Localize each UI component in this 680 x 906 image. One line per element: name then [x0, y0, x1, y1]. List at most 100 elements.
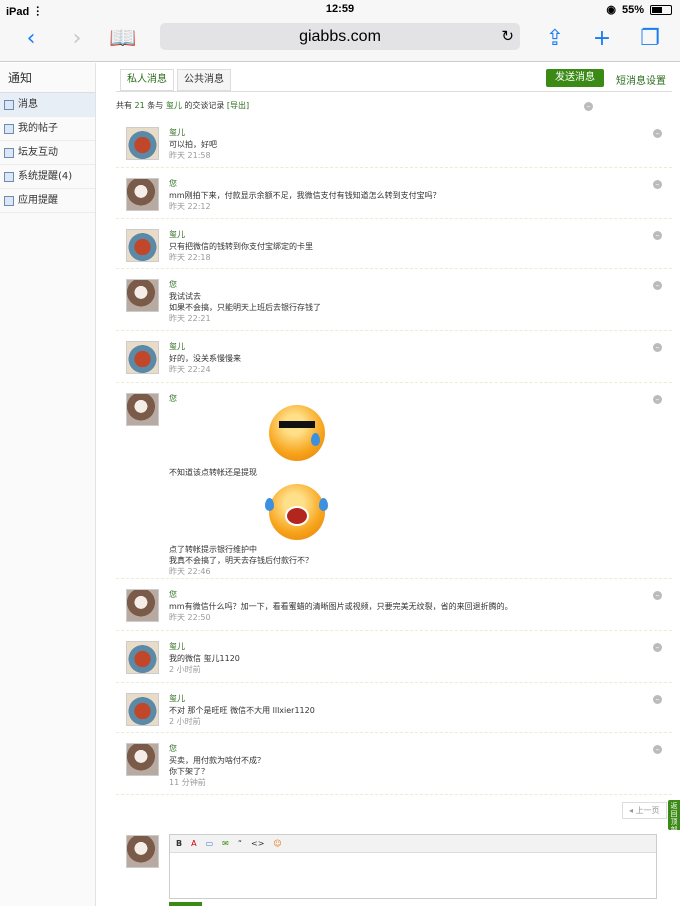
- sidebar-item-system[interactable]: 系统提醒(4): [0, 165, 95, 189]
- avatar[interactable]: [126, 693, 159, 726]
- avatar[interactable]: [126, 341, 159, 374]
- delete-message-icon[interactable]: –: [653, 695, 662, 704]
- message-body: 可以拍，好吧 昨天 21:58: [169, 139, 217, 162]
- gear-icon: [4, 171, 14, 182]
- message-line: mm刚拍下来，付款显示余额不足，我微信支付有钱知道怎么转到支付宝吗？: [169, 191, 441, 200]
- message-time: 11 分钟前: [169, 778, 206, 787]
- battery-icon: [650, 4, 672, 15]
- message-body: mm有微信什么吗？加一下，看看蜜蜡的清晰图片或视频，只要完美无纹裂，省的来回退折…: [169, 601, 513, 624]
- lock-rotation-icon: ◉: [606, 4, 616, 16]
- message-tabs: 私人消息 公共消息: [120, 69, 231, 91]
- avatar[interactable]: [126, 229, 159, 262]
- tab-private[interactable]: 私人消息: [120, 69, 174, 91]
- share-icon[interactable]: ⇪: [540, 24, 570, 54]
- delete-all-icon[interactable]: –: [584, 102, 593, 111]
- document-icon: [4, 123, 14, 134]
- sidebar-item-my-posts[interactable]: 我的帖子: [0, 117, 95, 141]
- code-icon[interactable]: <>: [251, 835, 264, 852]
- message-author[interactable]: 玺儿: [169, 127, 185, 138]
- image-icon[interactable]: ▭: [206, 835, 214, 852]
- message-time: 2 小时前: [169, 717, 201, 726]
- message-settings-link[interactable]: 短消息设置: [616, 72, 666, 87]
- message-author[interactable]: 您: [169, 279, 177, 290]
- message-body: 不对 那个是旺旺 微信不大用 lllxier1120 2 小时前: [169, 705, 315, 728]
- bookmarks-icon[interactable]: 📖: [108, 24, 138, 54]
- back-to-top-tab[interactable]: 返回顶部: [668, 800, 680, 834]
- message-author[interactable]: 玺儿: [169, 641, 185, 652]
- crying-emoji-icon: [265, 484, 328, 540]
- message-row: 您 mm刚拍下来，付款显示余额不足，我微信支付有钱知道怎么转到支付宝吗？ 昨天 22…: [116, 168, 672, 219]
- sidebar-item-interactions[interactable]: 坛友互动: [0, 141, 95, 165]
- avatar[interactable]: [126, 743, 159, 776]
- tab-public[interactable]: 公共消息: [177, 69, 231, 91]
- url-bar[interactable]: giabbs.com ↻: [160, 23, 520, 50]
- prev-page-button[interactable]: ◂ 上一页: [622, 802, 667, 819]
- font-color-icon[interactable]: A: [191, 835, 196, 852]
- message-row: 您我试试去 如果不会搞，只能明天上班后去银行存钱了 昨天 22:21 –: [116, 269, 672, 331]
- smiley-icon[interactable]: ☺: [273, 835, 281, 852]
- delete-message-icon[interactable]: –: [653, 745, 662, 754]
- delete-message-icon[interactable]: –: [653, 395, 662, 404]
- reply-editor[interactable]: B A ▭ ✉ “ <> ☺: [169, 834, 657, 899]
- attach-icon[interactable]: ✉: [222, 835, 229, 852]
- message-time: 昨天 22:12: [169, 202, 211, 211]
- message-time: 昨天 22:24: [169, 365, 211, 374]
- back-icon[interactable]: ‹: [16, 24, 46, 54]
- message-author[interactable]: 您: [169, 589, 177, 600]
- clock: 12:59: [325, 3, 355, 15]
- sidebar-item-messages[interactable]: 消息: [0, 93, 95, 117]
- message-time: 昨天 22:50: [169, 613, 211, 622]
- sidebar-item-label: 应用提醒: [18, 194, 58, 206]
- avatar[interactable]: [126, 393, 159, 426]
- message-author[interactable]: 玺儿: [169, 341, 185, 352]
- forward-icon[interactable]: ›: [62, 24, 92, 54]
- send-message-button[interactable]: 发送消息: [546, 69, 604, 87]
- delete-message-icon[interactable]: –: [653, 281, 662, 290]
- message-body: 我试试去 如果不会搞，只能明天上班后去银行存钱了 昨天 22:21: [169, 291, 321, 325]
- message-author[interactable]: 玺儿: [169, 693, 185, 704]
- sidebar-item-label: 坛友互动: [18, 146, 58, 158]
- message-line: 我真不会搞了，明天去存钱后付款行不？: [169, 556, 313, 565]
- delete-message-icon[interactable]: –: [653, 643, 662, 652]
- message-author[interactable]: 玺儿: [169, 229, 185, 240]
- delete-message-icon[interactable]: –: [653, 180, 662, 189]
- avatar[interactable]: [126, 279, 159, 312]
- message-row: 玺儿 只有把微信的钱转到你支付宝绑定的卡里 昨天 22:18 –: [116, 219, 672, 269]
- partner-name[interactable]: 玺儿: [166, 101, 182, 110]
- message-row: 玺儿不对 那个是旺旺 微信不大用 lllxier1120 2 小时前 –: [116, 683, 672, 733]
- message-row: 您买卖，用付款为啥付不成？ 你下架了？ 11 分钟前 –: [116, 733, 672, 795]
- avatar[interactable]: [126, 641, 159, 674]
- message-count: 21: [134, 101, 145, 110]
- message-author[interactable]: 您: [169, 393, 177, 404]
- message-line: 如果不会搞，只能明天上班后去银行存钱了: [169, 303, 321, 312]
- message-line: 不对 那个是旺旺 微信不大用 lllxier1120: [169, 706, 315, 715]
- message-author[interactable]: 您: [169, 743, 177, 754]
- delete-message-icon[interactable]: –: [653, 343, 662, 352]
- reply-submit-button[interactable]: [169, 902, 202, 906]
- chat-icon: [4, 147, 14, 158]
- delete-message-icon[interactable]: –: [653, 129, 662, 138]
- quote-icon[interactable]: “: [238, 835, 242, 852]
- delete-message-icon[interactable]: –: [653, 591, 662, 600]
- message-row: 玺儿 可以拍，好吧 昨天 21:58 –: [116, 117, 672, 168]
- message-line: 好的，没关系慢慢来: [169, 354, 241, 363]
- avatar[interactable]: [126, 178, 159, 211]
- mail-icon: [4, 99, 14, 110]
- export-link[interactable]: [导出]: [227, 101, 249, 110]
- grid-icon: [4, 195, 14, 206]
- message-line: 可以拍，好吧: [169, 140, 217, 149]
- avatar[interactable]: [126, 127, 159, 160]
- bold-icon[interactable]: B: [176, 835, 182, 852]
- reload-icon[interactable]: ↻: [501, 23, 514, 50]
- sidebar-item-apps[interactable]: 应用提醒: [0, 189, 95, 213]
- message-body: mm刚拍下来，付款显示余额不足，我微信支付有钱知道怎么转到支付宝吗？ 昨天 22:…: [169, 190, 441, 213]
- sidebar-title: 通知: [0, 63, 95, 93]
- sunglasses-emoji-icon: [269, 405, 325, 461]
- message-author[interactable]: 您: [169, 178, 177, 189]
- avatar[interactable]: [126, 589, 159, 622]
- message-line: 只有把微信的钱转到你支付宝绑定的卡里: [169, 242, 313, 251]
- message-time: 昨天 22:46: [169, 567, 211, 576]
- delete-message-icon[interactable]: –: [653, 231, 662, 240]
- new-tab-icon[interactable]: +: [587, 24, 617, 54]
- tabs-icon[interactable]: ❐: [635, 24, 665, 54]
